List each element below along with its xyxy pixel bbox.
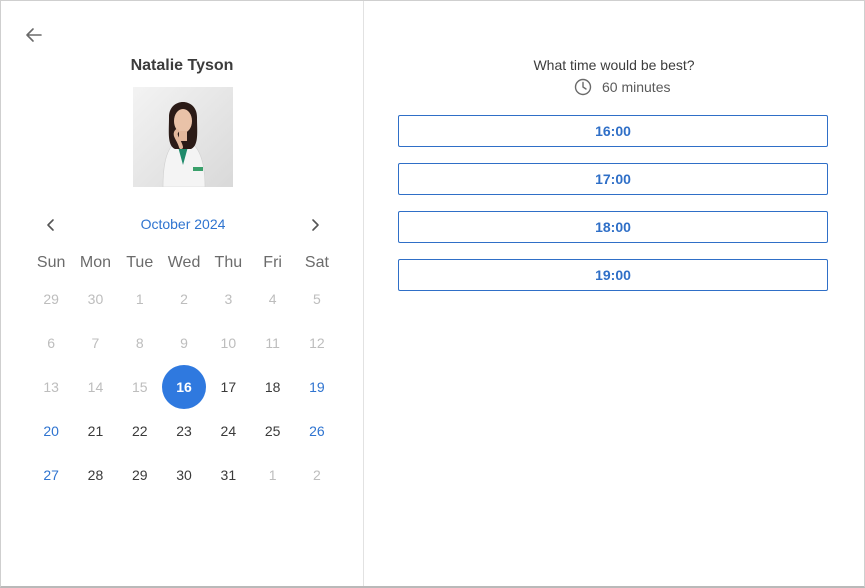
weekday-label: Thu: [214, 254, 243, 271]
weekday-label: Sat: [304, 254, 329, 271]
calendar-day: 11: [265, 335, 280, 351]
time-question: What time would be best?: [533, 57, 695, 73]
calendar-day: 15: [131, 379, 148, 395]
calendar-day: 3: [224, 291, 233, 307]
arrow-left-icon: [26, 28, 42, 42]
calendar-day[interactable]: 27: [29, 453, 73, 497]
calendar-day: 30: [87, 291, 104, 307]
calendar-header: October 2024: [37, 211, 329, 239]
weekday-label: Wed: [167, 254, 201, 271]
calendar-day[interactable]: 28: [73, 453, 117, 497]
booking-window: Natalie Tyson October 2024 Sun Mon Tue W…: [0, 0, 865, 588]
weekday-label: Fri: [263, 254, 282, 271]
weekday-header: Sun Mon Tue Wed Thu Fri Sat: [29, 254, 339, 272]
calendar-day: 2: [313, 467, 321, 483]
calendar-day[interactable]: 24: [206, 409, 250, 453]
calendar-day: 12: [309, 335, 325, 351]
chevron-right-icon: [312, 219, 319, 231]
calendar-day[interactable]: 21: [73, 409, 117, 453]
calendar-day[interactable]: 29: [118, 453, 162, 497]
calendar-day: 4: [268, 291, 277, 307]
back-button[interactable]: [23, 25, 45, 45]
time-slot-list: 16:00 17:00 18:00 19:00: [398, 115, 828, 307]
calendar-day[interactable]: 25: [250, 409, 294, 453]
next-month-button[interactable]: [305, 215, 325, 235]
clock-icon: [574, 78, 592, 96]
duration-label: 60 minutes: [602, 79, 671, 95]
calendar-day[interactable]: 18: [250, 365, 294, 409]
weekday-label: Tue: [126, 254, 154, 271]
calendar-day: 1: [268, 467, 277, 483]
time-slot-button[interactable]: 18:00: [398, 211, 828, 243]
weekday-label: Sun: [36, 254, 66, 271]
calendar-day: 10: [220, 335, 237, 351]
calendar-day[interactable]: 26: [295, 409, 339, 453]
right-panel: What time would be best? 60 minutes 16:0…: [364, 1, 864, 586]
calendar-day: 2: [180, 291, 188, 307]
calendar-day: 1: [135, 291, 144, 307]
profile-name: Natalie Tyson: [130, 57, 234, 74]
calendar-day[interactable]: 30: [162, 453, 206, 497]
calendar-day: 29: [43, 291, 59, 307]
time-slot-button[interactable]: 16:00: [398, 115, 828, 147]
calendar-grid: 29 30 1 2 3 4 5 6 7 8 9 10 11 12 13 14 15 16 17 18 19 20 21 22 2…: [29, 277, 339, 497]
calendar-day[interactable]: 17: [206, 365, 250, 409]
calendar-day: 8: [135, 335, 144, 351]
calendar-day: 13: [43, 379, 59, 395]
calendar-day[interactable]: 22: [118, 409, 162, 453]
calendar-day[interactable]: 16: [162, 365, 207, 409]
calendar-day[interactable]: 31: [206, 453, 250, 497]
calendar-day[interactable]: 19: [295, 365, 339, 409]
weekday-label: Mon: [79, 254, 111, 271]
time-slot-button[interactable]: 19:00: [398, 259, 828, 291]
calendar-day: 5: [313, 291, 321, 307]
calendar-day[interactable]: 23: [162, 409, 206, 453]
calendar-day: 6: [47, 335, 56, 351]
calendar-day: 14: [87, 379, 104, 395]
calendar-day[interactable]: 20: [29, 409, 73, 453]
avatar: [133, 87, 233, 187]
calendar-day: 7: [91, 335, 100, 351]
time-slot-button[interactable]: 17:00: [398, 163, 828, 195]
month-label: October 2024: [140, 216, 226, 232]
duration-row: 60 minutes: [574, 78, 670, 96]
selected-day[interactable]: 16: [162, 365, 207, 409]
left-panel: Natalie Tyson October 2024 Sun Mon Tue W…: [1, 1, 364, 586]
calendar-day: 9: [180, 335, 188, 351]
